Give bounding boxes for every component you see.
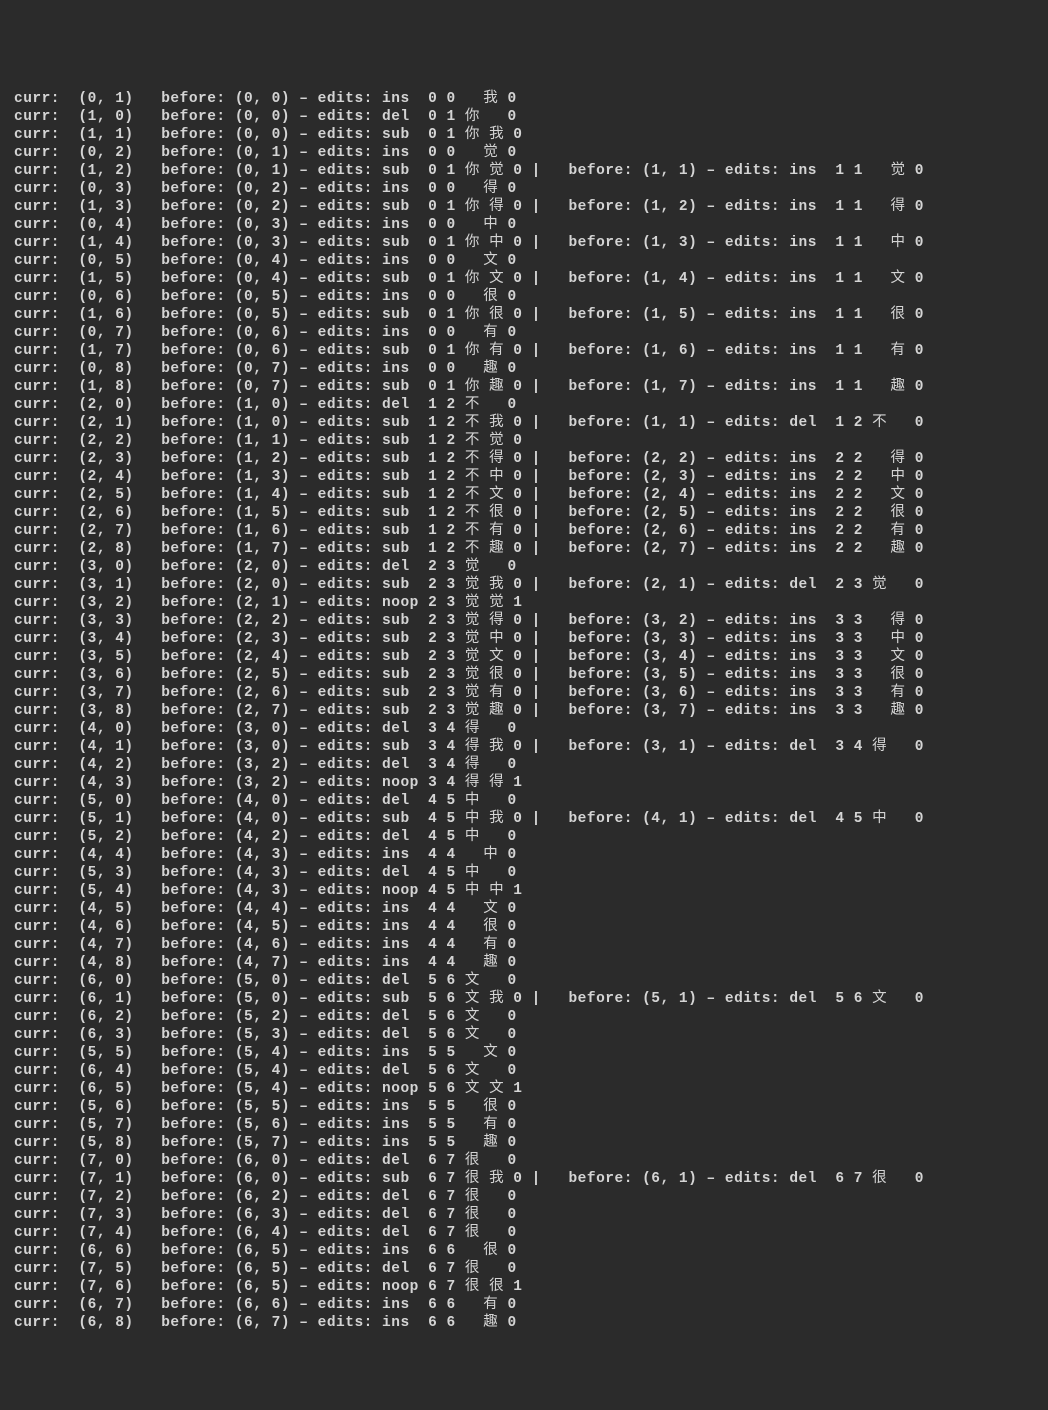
trace-line: curr: (6, 1) before: (5, 0) – edits: sub… xyxy=(0,990,1048,1008)
trace-line: curr: (3, 6) before: (2, 5) – edits: sub… xyxy=(0,666,1048,684)
trace-line: curr: (1, 8) before: (0, 7) – edits: sub… xyxy=(0,378,1048,396)
trace-line: curr: (5, 2) before: (4, 2) – edits: del… xyxy=(0,828,1048,846)
trace-line: curr: (7, 0) before: (6, 0) – edits: del… xyxy=(0,1152,1048,1170)
trace-line: curr: (6, 2) before: (5, 2) – edits: del… xyxy=(0,1008,1048,1026)
trace-line: curr: (5, 3) before: (4, 3) – edits: del… xyxy=(0,864,1048,882)
trace-line: curr: (0, 7) before: (0, 6) – edits: ins… xyxy=(0,324,1048,342)
trace-line: curr: (7, 3) before: (6, 3) – edits: del… xyxy=(0,1206,1048,1224)
trace-line: curr: (6, 5) before: (5, 4) – edits: noo… xyxy=(0,1080,1048,1098)
trace-line: curr: (2, 4) before: (1, 3) – edits: sub… xyxy=(0,468,1048,486)
trace-line: curr: (0, 6) before: (0, 5) – edits: ins… xyxy=(0,288,1048,306)
trace-line: curr: (5, 5) before: (5, 4) – edits: ins… xyxy=(0,1044,1048,1062)
trace-line: curr: (0, 1) before: (0, 0) – edits: ins… xyxy=(0,90,1048,108)
trace-line: curr: (6, 8) before: (6, 7) – edits: ins… xyxy=(0,1314,1048,1332)
trace-line: curr: (4, 2) before: (3, 2) – edits: del… xyxy=(0,756,1048,774)
trace-line: curr: (5, 4) before: (4, 3) – edits: noo… xyxy=(0,882,1048,900)
trace-line: curr: (4, 5) before: (4, 4) – edits: ins… xyxy=(0,900,1048,918)
trace-line: curr: (2, 2) before: (1, 1) – edits: sub… xyxy=(0,432,1048,450)
trace-line: curr: (2, 8) before: (1, 7) – edits: sub… xyxy=(0,540,1048,558)
trace-line: curr: (6, 0) before: (5, 0) – edits: del… xyxy=(0,972,1048,990)
trace-line: curr: (0, 2) before: (0, 1) – edits: ins… xyxy=(0,144,1048,162)
terminal-output: curr: (0, 1) before: (0, 0) – edits: ins… xyxy=(0,90,1048,1332)
trace-line: curr: (2, 3) before: (1, 2) – edits: sub… xyxy=(0,450,1048,468)
trace-line: curr: (7, 1) before: (6, 0) – edits: sub… xyxy=(0,1170,1048,1188)
trace-line: curr: (0, 4) before: (0, 3) – edits: ins… xyxy=(0,216,1048,234)
trace-line: curr: (1, 2) before: (0, 1) – edits: sub… xyxy=(0,162,1048,180)
trace-line: curr: (1, 3) before: (0, 2) – edits: sub… xyxy=(0,198,1048,216)
trace-line: curr: (7, 2) before: (6, 2) – edits: del… xyxy=(0,1188,1048,1206)
trace-line: curr: (0, 8) before: (0, 7) – edits: ins… xyxy=(0,360,1048,378)
trace-line: curr: (3, 2) before: (2, 1) – edits: noo… xyxy=(0,594,1048,612)
trace-line: curr: (2, 5) before: (1, 4) – edits: sub… xyxy=(0,486,1048,504)
trace-line: curr: (5, 6) before: (5, 5) – edits: ins… xyxy=(0,1098,1048,1116)
trace-line: curr: (3, 7) before: (2, 6) – edits: sub… xyxy=(0,684,1048,702)
trace-line: curr: (4, 1) before: (3, 0) – edits: sub… xyxy=(0,738,1048,756)
trace-line: curr: (2, 7) before: (1, 6) – edits: sub… xyxy=(0,522,1048,540)
trace-line: curr: (5, 1) before: (4, 0) – edits: sub… xyxy=(0,810,1048,828)
trace-line: curr: (4, 8) before: (4, 7) – edits: ins… xyxy=(0,954,1048,972)
trace-line: curr: (1, 7) before: (0, 6) – edits: sub… xyxy=(0,342,1048,360)
trace-line: curr: (2, 6) before: (1, 5) – edits: sub… xyxy=(0,504,1048,522)
trace-line: curr: (4, 4) before: (4, 3) – edits: ins… xyxy=(0,846,1048,864)
trace-line: curr: (3, 1) before: (2, 0) – edits: sub… xyxy=(0,576,1048,594)
trace-line: curr: (6, 4) before: (5, 4) – edits: del… xyxy=(0,1062,1048,1080)
trace-line: curr: (5, 0) before: (4, 0) – edits: del… xyxy=(0,792,1048,810)
trace-line: curr: (3, 4) before: (2, 3) – edits: sub… xyxy=(0,630,1048,648)
trace-line: curr: (5, 8) before: (5, 7) – edits: ins… xyxy=(0,1134,1048,1152)
trace-line: curr: (0, 5) before: (0, 4) – edits: ins… xyxy=(0,252,1048,270)
trace-line: curr: (3, 3) before: (2, 2) – edits: sub… xyxy=(0,612,1048,630)
trace-line: curr: (5, 7) before: (5, 6) – edits: ins… xyxy=(0,1116,1048,1134)
trace-line: curr: (6, 7) before: (6, 6) – edits: ins… xyxy=(0,1296,1048,1314)
trace-line: curr: (0, 3) before: (0, 2) – edits: ins… xyxy=(0,180,1048,198)
trace-line: curr: (4, 7) before: (4, 6) – edits: ins… xyxy=(0,936,1048,954)
trace-line: curr: (1, 0) before: (0, 0) – edits: del… xyxy=(0,108,1048,126)
trace-line: curr: (7, 5) before: (6, 5) – edits: del… xyxy=(0,1260,1048,1278)
trace-line: curr: (7, 6) before: (6, 5) – edits: noo… xyxy=(0,1278,1048,1296)
trace-line: curr: (6, 3) before: (5, 3) – edits: del… xyxy=(0,1026,1048,1044)
trace-line: curr: (4, 6) before: (4, 5) – edits: ins… xyxy=(0,918,1048,936)
trace-line: curr: (3, 8) before: (2, 7) – edits: sub… xyxy=(0,702,1048,720)
trace-line: curr: (3, 5) before: (2, 4) – edits: sub… xyxy=(0,648,1048,666)
trace-line: curr: (3, 0) before: (2, 0) – edits: del… xyxy=(0,558,1048,576)
trace-line: curr: (1, 5) before: (0, 4) – edits: sub… xyxy=(0,270,1048,288)
trace-line: curr: (4, 0) before: (3, 0) – edits: del… xyxy=(0,720,1048,738)
trace-line: curr: (1, 4) before: (0, 3) – edits: sub… xyxy=(0,234,1048,252)
trace-line: curr: (7, 4) before: (6, 4) – edits: del… xyxy=(0,1224,1048,1242)
trace-line: curr: (1, 6) before: (0, 5) – edits: sub… xyxy=(0,306,1048,324)
trace-line: curr: (2, 0) before: (1, 0) – edits: del… xyxy=(0,396,1048,414)
trace-line: curr: (1, 1) before: (0, 0) – edits: sub… xyxy=(0,126,1048,144)
trace-line: curr: (6, 6) before: (6, 5) – edits: ins… xyxy=(0,1242,1048,1260)
trace-line: curr: (2, 1) before: (1, 0) – edits: sub… xyxy=(0,414,1048,432)
trace-line: curr: (4, 3) before: (3, 2) – edits: noo… xyxy=(0,774,1048,792)
